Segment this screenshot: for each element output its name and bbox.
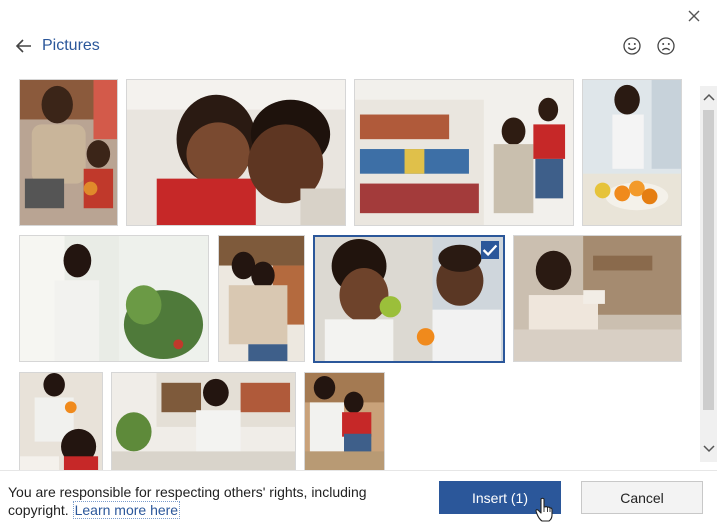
scrollbar-thumb[interactable] <box>703 110 714 410</box>
photo-father-and-son <box>127 80 345 225</box>
back-button[interactable]: Pictures <box>14 34 100 58</box>
picture-thumb[interactable] <box>19 372 103 470</box>
picture-thumb[interactable] <box>111 372 296 470</box>
photo-woman-by-window <box>20 236 208 361</box>
photo-woman-writing <box>112 373 295 470</box>
selected-check-badge <box>481 241 499 259</box>
close-icon <box>688 10 700 22</box>
picture-thumb[interactable] <box>354 79 574 226</box>
photo-woman-with-baby <box>20 373 102 470</box>
hand-cursor-icon <box>535 497 553 523</box>
scroll-up-button[interactable] <box>700 86 717 108</box>
picture-thumb[interactable] <box>19 79 118 226</box>
footer-divider <box>0 470 717 471</box>
picture-thumb[interactable] <box>304 372 385 470</box>
chevron-down-icon <box>702 445 715 453</box>
chevron-up-icon <box>702 93 715 101</box>
photo-couple-hugging <box>219 236 304 361</box>
frown-icon <box>657 37 675 55</box>
photo-man-with-laptop <box>20 80 117 225</box>
learn-more-link[interactable]: Learn more here <box>72 501 181 519</box>
close-button[interactable] <box>684 6 704 26</box>
photo-woman-with-oranges <box>583 80 681 225</box>
copyright-notice: You are responsible for respecting other… <box>8 483 408 519</box>
picture-thumb[interactable] <box>582 79 682 226</box>
photo-mother-and-child <box>305 373 384 470</box>
photo-woman-on-sofa <box>514 236 681 361</box>
picture-grid <box>0 72 700 470</box>
page-title: Pictures <box>42 37 100 54</box>
photo-family-at-bookshelf <box>355 80 573 225</box>
picture-thumb[interactable] <box>126 79 346 226</box>
smile-button[interactable] <box>622 36 642 56</box>
picture-thumb-selected[interactable] <box>313 235 505 363</box>
frown-button[interactable] <box>656 36 676 56</box>
cancel-button[interactable]: Cancel <box>581 481 703 514</box>
photo-mother-and-baby <box>315 237 503 361</box>
arrow-left-icon <box>15 39 31 53</box>
checkmark-icon <box>482 244 498 257</box>
picture-thumb[interactable] <box>19 235 209 362</box>
notice-text: You are responsible for respecting other… <box>8 484 367 518</box>
picture-thumb[interactable] <box>513 235 682 362</box>
smile-icon <box>623 37 641 55</box>
scroll-down-button[interactable] <box>700 438 717 460</box>
picture-thumb[interactable] <box>218 235 305 362</box>
